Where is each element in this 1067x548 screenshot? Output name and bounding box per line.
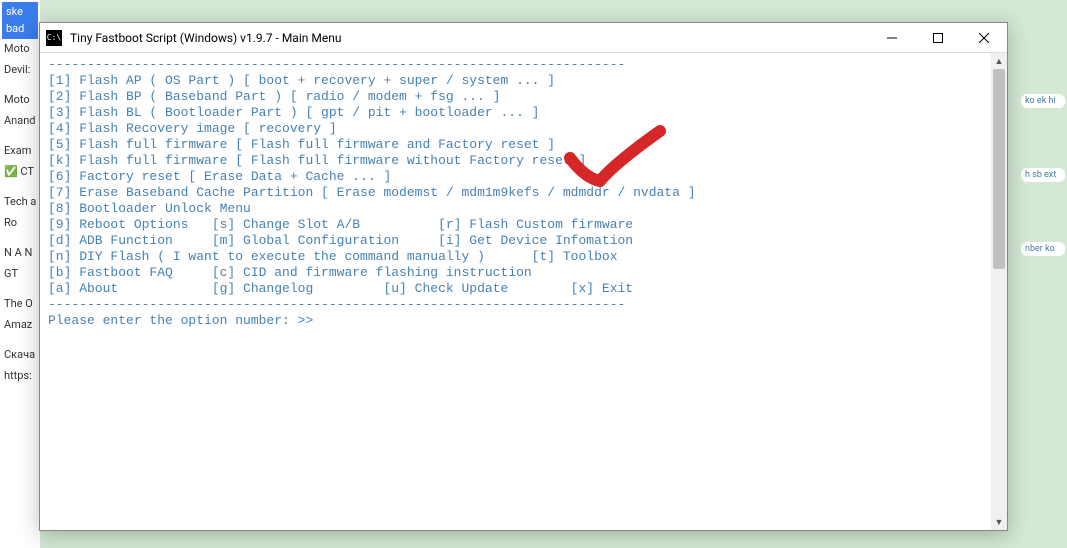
- console-line: [2] Flash BP ( Baseband Part ) [ radio /…: [48, 89, 983, 105]
- console-line: [6] Factory reset [ Erase Data + Cache .…: [48, 169, 983, 185]
- bg-left-item: ✅ CT: [2, 162, 38, 183]
- console-line: [k] Flash full firmware [ Flash full fir…: [48, 153, 983, 169]
- vertical-scrollbar[interactable]: ▲ ▼: [991, 53, 1007, 530]
- console-output[interactable]: ----------------------------------------…: [40, 53, 991, 530]
- maximize-button[interactable]: [915, 23, 961, 53]
- console-line: [9] Reboot Options [s] Change Slot A/B […: [48, 217, 983, 233]
- console-line: [7] Erase Baseband Cache Partition [ Era…: [48, 185, 983, 201]
- bg-left-item: Tech a: [2, 192, 38, 213]
- scrollbar-thumb[interactable]: [993, 69, 1005, 269]
- bg-left-item: The O: [2, 294, 38, 315]
- console-line: [1] Flash AP ( OS Part ) [ boot + recove…: [48, 73, 983, 89]
- bg-left-item: [2, 233, 38, 243]
- scroll-down-icon[interactable]: ▼: [991, 514, 1007, 530]
- console-line: [d] ADB Function [m] Global Configuratio…: [48, 233, 983, 249]
- bg-left-item: Exam: [2, 141, 38, 162]
- bg-left-item: Moto: [2, 90, 38, 111]
- cmd-icon: C:\: [46, 30, 62, 46]
- console-line: [8] Bootloader Unlock Menu: [48, 201, 983, 217]
- console-line: [n] DIY Flash ( I want to execute the co…: [48, 249, 983, 265]
- bg-left-item: [2, 182, 38, 192]
- bg-left-item: [2, 80, 38, 90]
- bg-left-item: [2, 284, 38, 294]
- console-line: [5] Flash full firmware [ Flash full fir…: [48, 137, 983, 153]
- console-line: [a] About [g] Changelog [u] Check Update…: [48, 281, 983, 297]
- titlebar[interactable]: C:\ Tiny Fastboot Script (Windows) v1.9.…: [40, 23, 1007, 53]
- bg-left-item: Moto: [2, 39, 38, 60]
- bg-left-item: N A N: [2, 243, 38, 264]
- bg-right-bubble: nber ko: [1021, 242, 1065, 256]
- bg-left-item: [2, 335, 38, 345]
- console-line: ----------------------------------------…: [48, 297, 983, 313]
- app-window: C:\ Tiny Fastboot Script (Windows) v1.9.…: [39, 22, 1008, 531]
- console-line: [3] Flash BL ( Bootloader Part ) [ gpt /…: [48, 105, 983, 121]
- bg-left-item: Devil:: [2, 60, 38, 81]
- close-button[interactable]: [961, 23, 1007, 53]
- bg-left-item: Amaz: [2, 315, 38, 336]
- bg-left-item: https:: [2, 366, 38, 387]
- background-left-panel: ske bad MotoDevil:MotoAnandExam✅ CTTech …: [0, 0, 40, 548]
- bg-left-item: Скача: [2, 345, 38, 366]
- bg-left-item: Anand: [2, 111, 38, 132]
- bg-banner: ske bad: [2, 2, 38, 39]
- console-line: [b] Fastboot FAQ [c] CID and firmware fl…: [48, 265, 983, 281]
- bg-left-item: GT: [2, 264, 38, 285]
- console-line: Please enter the option number: >>: [48, 313, 983, 329]
- bg-right-bubble: ko ek hi: [1021, 94, 1065, 108]
- console-line: [4] Flash Recovery image [ recovery ]: [48, 121, 983, 137]
- bg-left-item: [2, 131, 38, 141]
- bg-left-item: Ro: [2, 213, 38, 234]
- scroll-up-icon[interactable]: ▲: [991, 53, 1007, 69]
- bg-right-bubble: h sb ext: [1021, 168, 1065, 182]
- window-title: Tiny Fastboot Script (Windows) v1.9.7 - …: [70, 31, 869, 45]
- console-line: ----------------------------------------…: [48, 57, 983, 73]
- background-right-panel: ko ek hi h sb ext nber ko: [1019, 0, 1067, 548]
- minimize-button[interactable]: [869, 23, 915, 53]
